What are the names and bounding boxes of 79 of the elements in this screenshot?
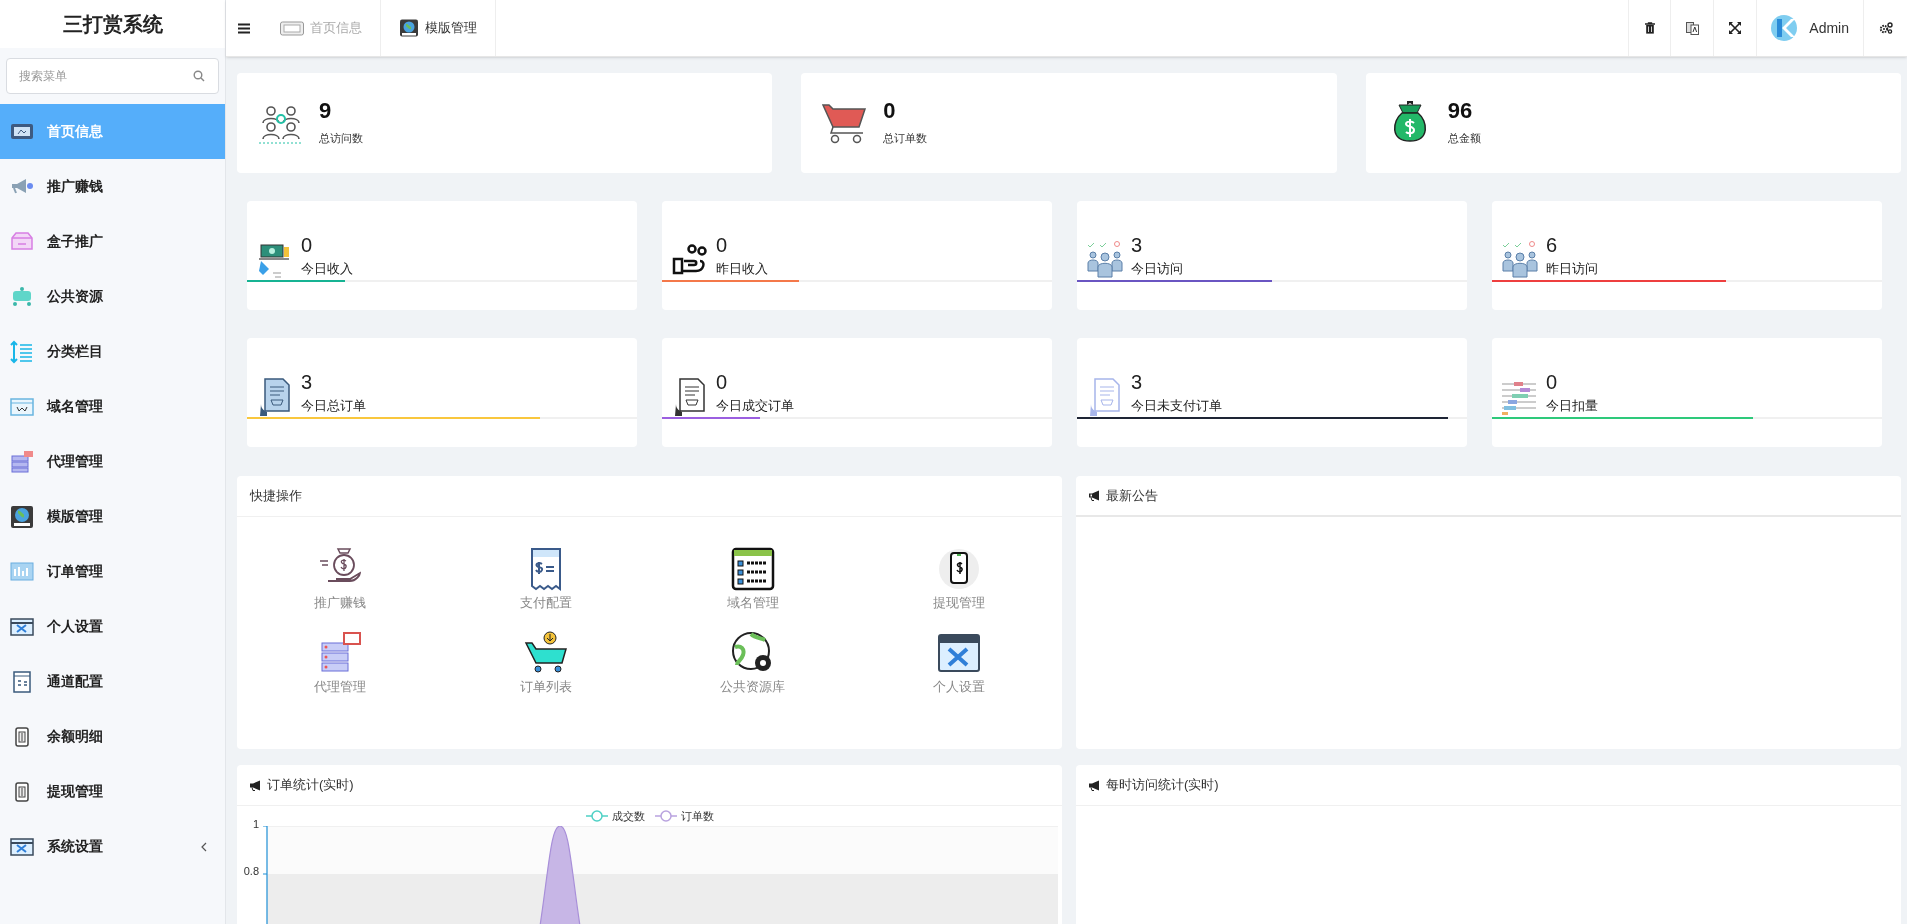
chart-board-icon [10, 559, 34, 584]
stat-value: 3 [301, 372, 314, 392]
sidebar-item[interactable]: 盒子推广 [0, 214, 225, 269]
axis-tick-label: 0.8 [243, 866, 259, 877]
quick-action[interactable]: 支付配置 [443, 547, 650, 613]
app-title: 三打赏系统 [62, 12, 163, 37]
phone-dollar-icon [936, 547, 981, 591]
quick-action[interactable]: 代理管理 [237, 630, 444, 696]
quick-action[interactable]: 域名管理 [649, 547, 856, 613]
megaphone-icon [250, 779, 262, 791]
summary-value: 0 [883, 99, 897, 122]
panel-title: 快捷操作 [250, 487, 302, 506]
people-icon [1085, 238, 1125, 279]
quick-action[interactable]: 公共资源库 [649, 630, 856, 696]
search-icon [193, 70, 205, 82]
stat-label: 今日未支付订单 [1131, 397, 1222, 415]
stat-label: 昨日访问 [1546, 260, 1598, 278]
sidebar-item[interactable]: 订单管理 [0, 544, 225, 599]
summary-value: 9 [319, 99, 333, 122]
sidebar-item[interactable]: 公共资源 [0, 269, 225, 324]
receipt-icon [10, 669, 34, 694]
panel-title: 每时访问统计(实时) [1106, 776, 1219, 795]
summary-value: 96 [1447, 99, 1474, 122]
trash-icon[interactable] [1644, 22, 1655, 34]
settings-icon[interactable] [1878, 22, 1893, 34]
sidebar-item[interactable]: 分类栏目 [0, 324, 225, 379]
stat-value: 0 [1546, 372, 1559, 392]
sidebar-item[interactable]: 代理管理 [0, 434, 225, 489]
stat-label: 今日总订单 [301, 397, 366, 415]
summary-label: 总金额 [1447, 130, 1481, 146]
cart-icon [524, 630, 569, 675]
quick-action[interactable]: 推广赚钱 [237, 547, 444, 613]
sidebar-item[interactable]: 域名管理 [0, 379, 225, 434]
page-tab[interactable]: 模版管理 [381, 0, 496, 56]
stat-label: 今日访问 [1131, 260, 1183, 278]
sidebar-item[interactable]: 系统设置 [0, 819, 225, 874]
search-field[interactable]: 搜索菜单 [6, 58, 219, 94]
stat-value: 6 [1546, 235, 1559, 255]
stat-value: 0 [716, 372, 729, 392]
stat-label: 今日扣量 [1546, 397, 1598, 415]
megaphone-icon [1089, 490, 1101, 501]
avatar-logo-icon[interactable] [1771, 15, 1798, 41]
server-icon [318, 630, 363, 675]
server-icon [10, 449, 34, 474]
user-name[interactable]: Admin [1809, 17, 1849, 39]
sidebar-item[interactable]: 模版管理 [0, 489, 225, 544]
domain-list-icon [730, 547, 775, 591]
quick-action[interactable]: 订单列表 [443, 630, 650, 696]
summary-label: 总访问数 [319, 130, 363, 146]
list-icon [10, 339, 34, 364]
sidebar-item[interactable]: 余额明细 [0, 709, 225, 764]
sidebar-item[interactable]: 个人设置 [0, 599, 225, 654]
stat-value: 0 [716, 235, 729, 255]
people-icon [1500, 238, 1540, 279]
stat-value: 3 [1131, 235, 1144, 255]
globe-icon [399, 19, 419, 37]
axis-tick-label: 1 [252, 819, 259, 830]
menu-icon[interactable] [238, 22, 250, 34]
stat-value: 0 [301, 235, 314, 255]
stat-value: 3 [1131, 372, 1144, 392]
stat-label: 昨日收入 [716, 260, 768, 278]
legend-label[interactable]: 成交数 [611, 808, 645, 825]
network-icon [10, 284, 34, 309]
quick-action[interactable]: 提现管理 [855, 547, 1062, 613]
translate-icon[interactable] [1685, 21, 1699, 35]
stat-label: 今日收入 [301, 260, 353, 278]
legend-label[interactable]: 订单数 [680, 808, 714, 825]
fullscreen-icon[interactable] [1729, 22, 1742, 34]
sidebar-item[interactable]: 推广赚钱 [0, 159, 225, 214]
panel-title: 最新公告 [1106, 486, 1158, 505]
megaphone-icon [1089, 779, 1101, 791]
screen-icon [280, 19, 304, 37]
panel-title: 订单统计(实时) [267, 776, 354, 795]
globe-icon [10, 504, 34, 529]
sidebar-item[interactable]: 通道配置 [0, 654, 225, 709]
stat-label: 今日成交订单 [716, 397, 794, 415]
summary-label: 总订单数 [883, 130, 928, 146]
quick-action[interactable]: 个人设置 [855, 630, 1062, 696]
sidebar-item[interactable]: 提现管理 [0, 764, 225, 819]
